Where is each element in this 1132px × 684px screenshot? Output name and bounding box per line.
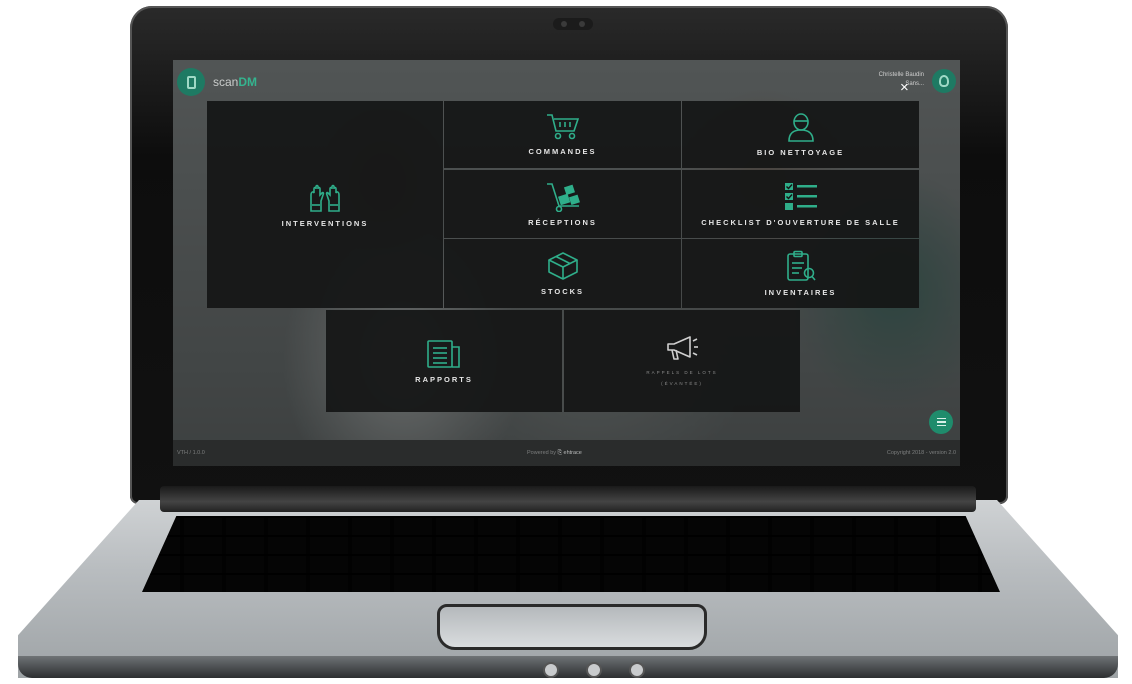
tile-receptions[interactable]: RÉCEPTIONS: [444, 170, 681, 238]
tile-status: (ÉVANTÉE): [661, 381, 703, 386]
ehtrace-logo-icon: ⎘: [557, 450, 562, 456]
megaphone-icon: [667, 336, 698, 360]
app-name: scanDM: [213, 75, 258, 89]
menu-fab-button[interactable]: [929, 410, 953, 434]
app-logo-icon[interactable]: [177, 68, 205, 96]
clipboard-search-icon: [786, 250, 816, 281]
worker-icon: [787, 113, 814, 142]
tile-stocks[interactable]: STOCKS: [444, 239, 681, 308]
hand-truck-icon: [546, 182, 580, 212]
app-screen: scanDM Christelle Baudin Sans... × INTER…: [173, 60, 960, 466]
shopping-cart-icon: [546, 114, 579, 140]
tile-label: RAPPELS DE LOTS: [646, 370, 718, 375]
indicator-light: [586, 662, 602, 678]
laptop-front-edge: [18, 656, 1118, 678]
avatar[interactable]: [932, 69, 956, 93]
tile-label: INTERVENTIONS: [281, 219, 369, 228]
tile-label: COMMANDES: [528, 147, 597, 156]
tile-checklist[interactable]: CHECKLIST D'OUVERTURE DE SALLE: [682, 170, 919, 238]
tile-label: RAPPORTS: [415, 374, 473, 384]
tile-label: RÉCEPTIONS: [528, 217, 597, 227]
footer-powered: Powered by ⎘ ehtrace: [527, 450, 582, 456]
report-icon: [427, 339, 460, 368]
tile-interventions[interactable]: INTERVENTIONS: [207, 101, 443, 308]
gloves-icon: [310, 184, 340, 212]
top-bar: scanDM Christelle Baudin Sans...: [173, 60, 960, 100]
checklist-icon: [784, 182, 817, 210]
footer-copyright: Copyright 2018 - version 2.0: [886, 450, 956, 456]
tile-label: CHECKLIST D'OUVERTURE DE SALLE: [701, 217, 900, 227]
touchpad: [437, 604, 707, 650]
hamburger-icon: [936, 417, 946, 420]
tile-rapports[interactable]: RAPPORTS: [326, 310, 562, 412]
tile-label: STOCKS: [540, 287, 585, 296]
tile-label: INVENTAIRES: [764, 288, 837, 297]
tile-bio-nettoyage[interactable]: BIO NETTOYAGE: [682, 101, 919, 168]
footer-left: VTH / 1.0.0: [177, 450, 205, 456]
close-menu-button[interactable]: ×: [900, 80, 909, 95]
laptop-hinge: [160, 486, 976, 512]
tile-rappels-de-lots[interactable]: RAPPELS DE LOTS (ÉVANTÉE): [564, 310, 800, 412]
tile-label: BIO NETTOYAGE: [756, 148, 845, 157]
box-icon: [547, 252, 578, 280]
indicator-light: [543, 662, 559, 678]
footer-brand[interactable]: ehtrace: [564, 450, 582, 456]
indicator-light: [629, 662, 645, 678]
tile-inventaires[interactable]: INVENTAIRES: [682, 239, 919, 308]
keyboard: [142, 516, 1000, 592]
webcam: [553, 18, 593, 30]
tile-commandes[interactable]: COMMANDES: [444, 101, 681, 168]
footer: VTH / 1.0.0 Powered by ⎘ ehtrace Copyrig…: [173, 440, 960, 466]
